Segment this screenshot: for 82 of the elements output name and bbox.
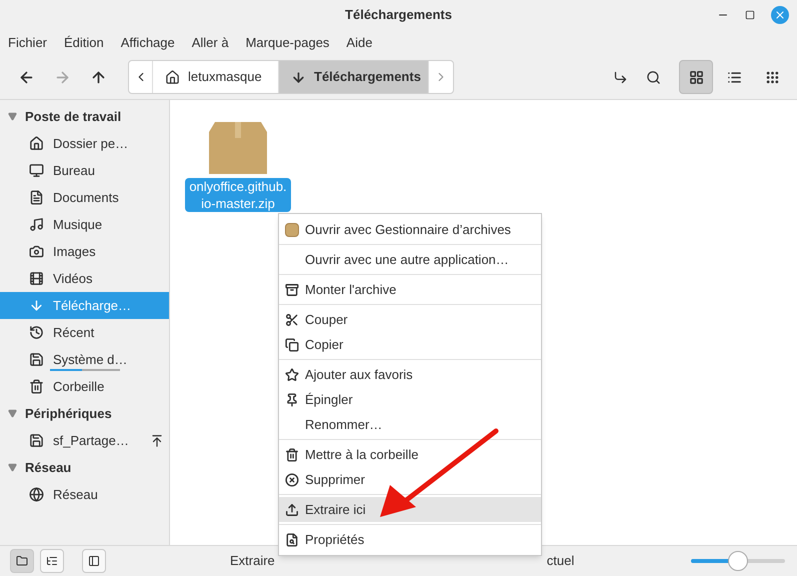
location-toggle-icon[interactable]	[613, 70, 628, 84]
context-menu-item[interactable]: Extraire ici	[279, 497, 541, 522]
grid-view-icon	[688, 70, 704, 84]
zoom-slider[interactable]	[691, 551, 785, 571]
expander-icon[interactable]	[8, 463, 17, 472]
compact-view-icon	[764, 70, 780, 84]
copy-icon	[285, 338, 299, 352]
delete-icon	[285, 472, 299, 486]
search-icon[interactable]	[646, 70, 661, 84]
globe-icon	[29, 487, 44, 502]
archive-manager-icon	[285, 222, 299, 236]
properties-icon	[285, 532, 299, 546]
context-menu-item[interactable]: Mettre à la corbeille	[279, 442, 541, 467]
download-arrow-icon	[29, 298, 44, 313]
sidebar-item[interactable]: Corbeille	[0, 373, 169, 400]
sidebar-item[interactable]: Récent	[0, 319, 169, 346]
extract-icon	[285, 502, 299, 516]
statusbar-button[interactable]	[82, 549, 106, 573]
sidebar-heading: Poste de travail	[25, 108, 122, 126]
context-menu-item[interactable]: Renommer…	[279, 412, 541, 437]
context-menu-item[interactable]: Épingler	[279, 387, 541, 412]
menu-item[interactable]: Fichier	[8, 32, 48, 52]
archive-icon	[285, 282, 299, 296]
menu-item[interactable]: Édition	[64, 32, 104, 52]
sidebar-item[interactable]: Musique	[0, 211, 169, 238]
menu-item[interactable]: Aller à	[192, 32, 229, 52]
context-menu-item[interactable]: Ajouter aux favoris	[279, 362, 541, 387]
music-note-icon	[29, 217, 44, 232]
tree-icon	[46, 555, 58, 567]
download-arrow-icon	[291, 70, 306, 84]
package-icon	[209, 122, 267, 174]
sidebar-item[interactable]: Dossier pe…	[0, 130, 169, 157]
path-button[interactable]: Téléchargements	[279, 61, 429, 93]
context-menu-item[interactable]: Ouvrir avec Gestionnaire d’archives	[279, 217, 541, 242]
trash-icon	[29, 379, 44, 394]
sidebar-heading: Périphériques	[25, 404, 112, 423]
menu-item[interactable]: Marque-pages	[246, 32, 330, 52]
sidebar-item[interactable]: Images	[0, 238, 169, 265]
document-icon	[29, 190, 44, 205]
context-menu-item[interactable]: Monter l'archive	[279, 277, 541, 302]
scissors-icon	[285, 312, 299, 326]
sidebar-item[interactable]: Documents	[0, 184, 169, 211]
statusbar-button[interactable]	[40, 549, 64, 573]
close-icon	[774, 9, 786, 21]
statusbar-button[interactable]	[10, 549, 34, 573]
status-text: Extraire	[230, 552, 275, 570]
trash-icon	[285, 448, 299, 462]
film-icon	[29, 271, 44, 286]
sidebar-heading: Réseau	[25, 458, 72, 477]
close-button[interactable]	[771, 6, 789, 24]
camera-icon	[29, 244, 44, 259]
star-icon	[285, 368, 299, 382]
home-icon	[165, 70, 180, 84]
menu-item[interactable]: Affichage	[120, 32, 175, 52]
sidebar-icon	[88, 555, 100, 567]
pin-icon	[285, 392, 299, 406]
home-icon	[29, 136, 44, 151]
history-icon	[29, 325, 44, 340]
sidebar-item[interactable]: Système d…	[0, 346, 169, 373]
status-text: ctuel	[546, 552, 574, 570]
context-menu-item[interactable]: Supprimer	[279, 467, 541, 492]
list-view-icon	[726, 70, 742, 84]
expander-icon[interactable]	[8, 112, 17, 121]
menu-item[interactable]: Aide	[346, 32, 372, 52]
context-menu-item[interactable]: Copier	[279, 332, 541, 357]
window-title: Téléchargements	[345, 6, 452, 24]
drive-icon	[29, 433, 44, 448]
sidebar-item[interactable]: Réseau	[0, 481, 169, 508]
maximize-icon[interactable]	[745, 10, 755, 20]
sidebar-item[interactable]: sf_Partage…	[0, 427, 169, 454]
folder-icon	[16, 555, 28, 567]
sidebar-item[interactable]: Bureau	[0, 157, 169, 184]
sidebar-item[interactable]: Vidéos	[0, 265, 169, 292]
view-mode-button[interactable]	[679, 60, 713, 94]
context-menu-item[interactable]: Couper	[279, 307, 541, 332]
context-menu-item[interactable]: Propriétés	[279, 527, 541, 552]
monitor-icon	[29, 163, 44, 178]
eject-icon[interactable]	[150, 434, 164, 448]
context-menu-item[interactable]: Ouvrir avec une autre application…	[279, 247, 541, 272]
drive-icon	[29, 352, 44, 367]
expander-icon[interactable]	[8, 409, 17, 418]
slider-thumb[interactable]	[728, 551, 748, 571]
